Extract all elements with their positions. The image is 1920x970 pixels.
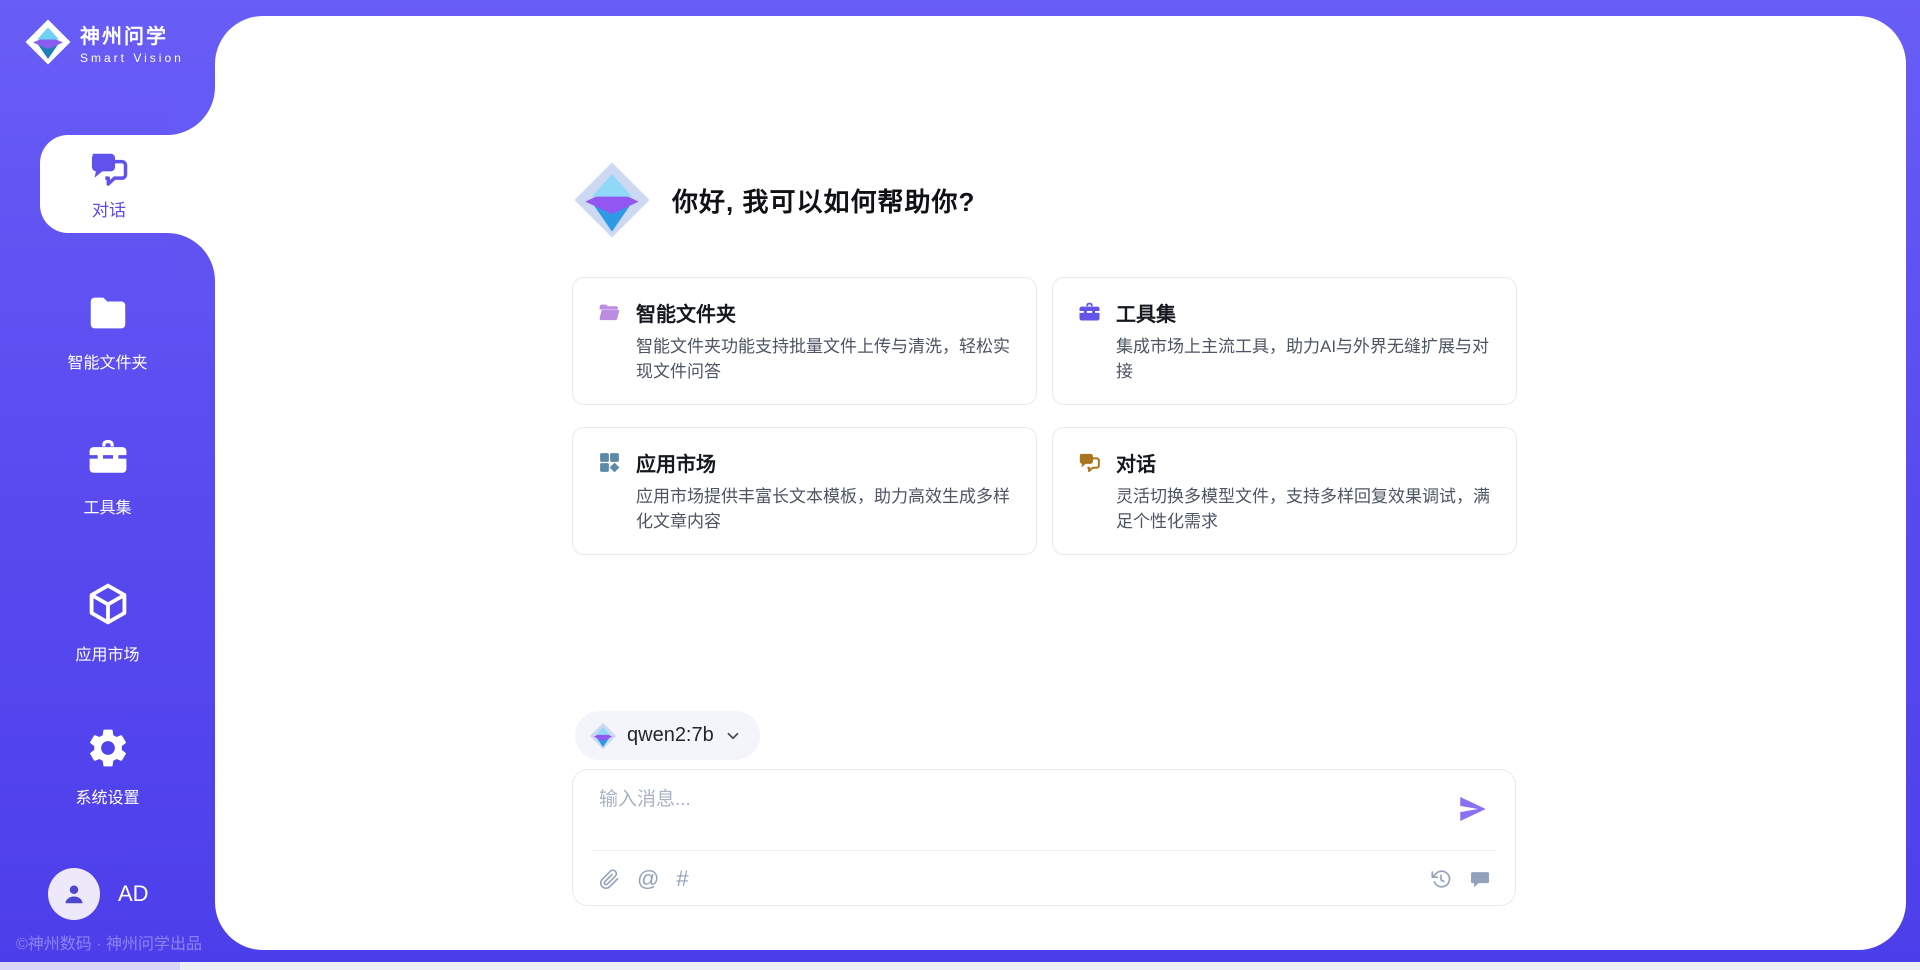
scrollbar-thumb[interactable] [0, 962, 180, 970]
chat-icon [1077, 450, 1102, 475]
hash-icon: # [676, 868, 688, 890]
card-description: 灵活切换多模型文件，支持多样回复效果调试，满足个性化需求 [1116, 485, 1492, 534]
card-description: 应用市场提供丰富长文本模板，助力高效生成多样化文章内容 [636, 485, 1012, 534]
sidebar-item-chat[interactable]: 对话 [40, 135, 220, 233]
chat-bubble-icon [1469, 868, 1491, 890]
sidebar-item-smart-folder[interactable]: 智能文件夹 [0, 290, 215, 373]
paperclip-icon [599, 869, 620, 890]
sidebar-item-label: 系统设置 [0, 784, 215, 808]
brand-subtitle: Smart Vision [80, 51, 184, 65]
sidebar-item-label: 对话 [92, 196, 126, 221]
app-window: 神州问学 Smart Vision 对话 智能文件夹 工具集 [0, 0, 1920, 970]
greeting-title: 你好, 我可以如何帮助你? [672, 182, 975, 219]
sidebar-item-label: 工具集 [0, 494, 215, 518]
card-title: 应用市场 [636, 448, 716, 477]
sidebar-item-label: 应用市场 [0, 641, 215, 665]
sidebar-item-toolset[interactable]: 工具集 [0, 435, 215, 518]
chat-icon [87, 147, 131, 191]
card-smart-folder[interactable]: 智能文件夹 智能文件夹功能支持批量文件上传与清洗，轻松实现文件问答 [572, 277, 1037, 405]
card-title: 对话 [1116, 448, 1156, 477]
message-composer: @ # [572, 769, 1516, 906]
model-selector[interactable]: qwen2:7b [575, 711, 760, 760]
active-tab-top-curve [167, 87, 215, 135]
copyright-footer: ©神州数码 · 神州问学出品 [16, 930, 216, 954]
diamond-logo-icon [572, 160, 652, 240]
brand: 神州问学 Smart Vision [24, 18, 184, 66]
chevron-down-icon [724, 727, 742, 745]
horizontal-scrollbar[interactable] [0, 962, 1920, 970]
attach-file-button[interactable] [599, 869, 620, 890]
gear-icon [85, 725, 131, 771]
brand-name: 神州问学 [80, 20, 184, 49]
card-description: 智能文件夹功能支持批量文件上传与清洗，轻松实现文件问答 [636, 335, 1012, 384]
card-toolset[interactable]: 工具集 集成市场上主流工具，助力AI与外界无缝扩展与对接 [1052, 277, 1517, 405]
toolbox-icon [1077, 300, 1102, 325]
message-input[interactable] [599, 784, 1429, 842]
send-icon [1456, 792, 1490, 826]
history-button[interactable] [1430, 868, 1452, 890]
send-button[interactable] [1455, 792, 1491, 828]
avatar [48, 868, 100, 920]
folder-icon [85, 290, 131, 336]
cube-icon [84, 580, 132, 628]
sidebar-item-settings[interactable]: 系统设置 [0, 725, 215, 808]
user-icon [59, 879, 89, 909]
app-grid-icon [597, 450, 622, 475]
card-chat[interactable]: 对话 灵活切换多模型文件，支持多样回复效果调试，满足个性化需求 [1052, 427, 1517, 555]
toolbox-icon [85, 435, 131, 481]
card-app-market[interactable]: 应用市场 应用市场提供丰富长文本模板，助力高效生成多样化文章内容 [572, 427, 1037, 555]
sidebar: 神州问学 Smart Vision 对话 智能文件夹 工具集 [0, 0, 215, 970]
user-account-button[interactable]: AD [48, 868, 149, 920]
at-icon: @ [637, 868, 659, 890]
composer-divider [591, 850, 1497, 851]
hashtag-button[interactable]: # [676, 868, 688, 890]
greeting-section: 你好, 我可以如何帮助你? [572, 160, 975, 240]
sidebar-item-app-market[interactable]: 应用市场 [0, 580, 215, 665]
user-name: AD [118, 881, 149, 907]
card-title: 智能文件夹 [636, 298, 736, 327]
diamond-logo-icon [589, 722, 617, 750]
mention-button[interactable]: @ [637, 868, 659, 890]
feature-cards: 智能文件夹 智能文件夹功能支持批量文件上传与清洗，轻松实现文件问答 工具集 集成… [572, 277, 1518, 555]
folder-open-icon [597, 300, 622, 325]
brand-diamond-logo-icon [24, 18, 72, 66]
active-tab-bottom-curve [167, 233, 215, 281]
history-icon [1430, 868, 1452, 890]
conversation-button[interactable] [1469, 868, 1491, 890]
card-description: 集成市场上主流工具，助力AI与外界无缝扩展与对接 [1116, 335, 1492, 384]
model-name: qwen2:7b [627, 724, 714, 747]
card-title: 工具集 [1116, 298, 1176, 327]
sidebar-item-label: 智能文件夹 [0, 349, 215, 373]
